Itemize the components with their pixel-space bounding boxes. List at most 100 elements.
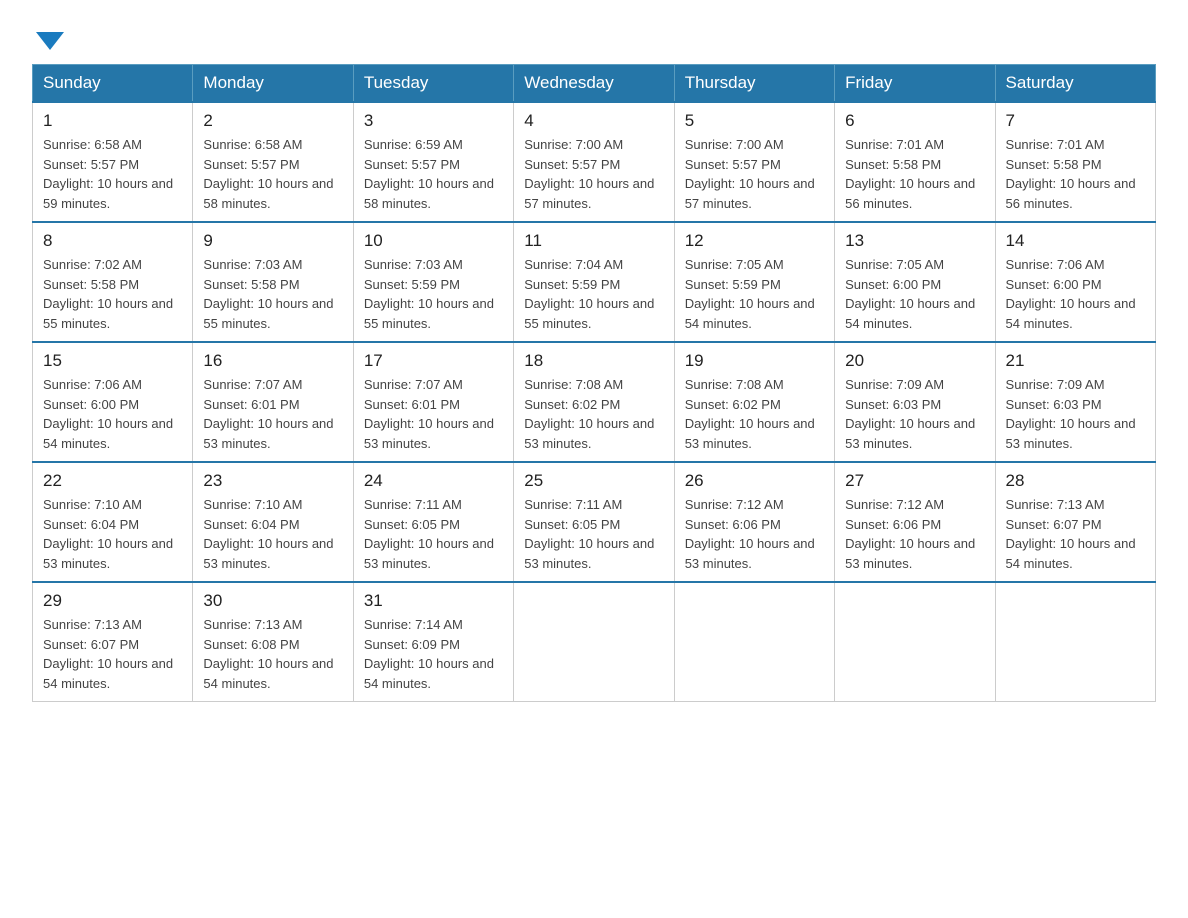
day-info: Sunrise: 7:10 AMSunset: 6:04 PMDaylight:… [43,497,173,571]
day-number: 14 [1006,231,1145,251]
day-number: 26 [685,471,824,491]
calendar-cell: 10 Sunrise: 7:03 AMSunset: 5:59 PMDaylig… [353,222,513,342]
calendar-cell: 12 Sunrise: 7:05 AMSunset: 5:59 PMDaylig… [674,222,834,342]
calendar-cell: 11 Sunrise: 7:04 AMSunset: 5:59 PMDaylig… [514,222,674,342]
day-info: Sunrise: 7:02 AMSunset: 5:58 PMDaylight:… [43,257,173,331]
calendar-cell: 22 Sunrise: 7:10 AMSunset: 6:04 PMDaylig… [33,462,193,582]
week-row-1: 1 Sunrise: 6:58 AMSunset: 5:57 PMDayligh… [33,102,1156,222]
col-header-monday: Monday [193,65,353,103]
calendar-cell: 29 Sunrise: 7:13 AMSunset: 6:07 PMDaylig… [33,582,193,702]
day-info: Sunrise: 7:11 AMSunset: 6:05 PMDaylight:… [524,497,654,571]
day-number: 20 [845,351,984,371]
day-info: Sunrise: 7:01 AMSunset: 5:58 PMDaylight:… [1006,137,1136,211]
day-info: Sunrise: 6:58 AMSunset: 5:57 PMDaylight:… [43,137,173,211]
day-info: Sunrise: 7:06 AMSunset: 6:00 PMDaylight:… [1006,257,1136,331]
calendar-cell: 8 Sunrise: 7:02 AMSunset: 5:58 PMDayligh… [33,222,193,342]
day-info: Sunrise: 7:10 AMSunset: 6:04 PMDaylight:… [203,497,333,571]
col-header-tuesday: Tuesday [353,65,513,103]
day-info: Sunrise: 6:59 AMSunset: 5:57 PMDaylight:… [364,137,494,211]
calendar-cell [995,582,1155,702]
calendar-cell: 2 Sunrise: 6:58 AMSunset: 5:57 PMDayligh… [193,102,353,222]
day-number: 29 [43,591,182,611]
calendar: SundayMondayTuesdayWednesdayThursdayFrid… [32,64,1156,702]
day-number: 2 [203,111,342,131]
day-info: Sunrise: 7:04 AMSunset: 5:59 PMDaylight:… [524,257,654,331]
day-number: 23 [203,471,342,491]
calendar-cell: 14 Sunrise: 7:06 AMSunset: 6:00 PMDaylig… [995,222,1155,342]
day-info: Sunrise: 7:08 AMSunset: 6:02 PMDaylight:… [524,377,654,451]
day-number: 10 [364,231,503,251]
day-number: 17 [364,351,503,371]
day-info: Sunrise: 6:58 AMSunset: 5:57 PMDaylight:… [203,137,333,211]
week-row-3: 15 Sunrise: 7:06 AMSunset: 6:00 PMDaylig… [33,342,1156,462]
day-number: 13 [845,231,984,251]
day-number: 27 [845,471,984,491]
day-number: 4 [524,111,663,131]
day-info: Sunrise: 7:05 AMSunset: 6:00 PMDaylight:… [845,257,975,331]
calendar-cell: 30 Sunrise: 7:13 AMSunset: 6:08 PMDaylig… [193,582,353,702]
day-info: Sunrise: 7:07 AMSunset: 6:01 PMDaylight:… [203,377,333,451]
day-info: Sunrise: 7:13 AMSunset: 6:07 PMDaylight:… [43,617,173,691]
day-info: Sunrise: 7:05 AMSunset: 5:59 PMDaylight:… [685,257,815,331]
calendar-cell: 13 Sunrise: 7:05 AMSunset: 6:00 PMDaylig… [835,222,995,342]
day-info: Sunrise: 7:14 AMSunset: 6:09 PMDaylight:… [364,617,494,691]
day-number: 19 [685,351,824,371]
day-number: 3 [364,111,503,131]
day-info: Sunrise: 7:00 AMSunset: 5:57 PMDaylight:… [524,137,654,211]
day-info: Sunrise: 7:08 AMSunset: 6:02 PMDaylight:… [685,377,815,451]
day-info: Sunrise: 7:03 AMSunset: 5:59 PMDaylight:… [364,257,494,331]
day-info: Sunrise: 7:13 AMSunset: 6:08 PMDaylight:… [203,617,333,691]
calendar-cell: 5 Sunrise: 7:00 AMSunset: 5:57 PMDayligh… [674,102,834,222]
day-info: Sunrise: 7:11 AMSunset: 6:05 PMDaylight:… [364,497,494,571]
day-number: 5 [685,111,824,131]
col-header-wednesday: Wednesday [514,65,674,103]
calendar-cell: 27 Sunrise: 7:12 AMSunset: 6:06 PMDaylig… [835,462,995,582]
calendar-cell: 24 Sunrise: 7:11 AMSunset: 6:05 PMDaylig… [353,462,513,582]
calendar-header-row: SundayMondayTuesdayWednesdayThursdayFrid… [33,65,1156,103]
day-number: 1 [43,111,182,131]
day-number: 31 [364,591,503,611]
calendar-cell [674,582,834,702]
calendar-cell: 15 Sunrise: 7:06 AMSunset: 6:00 PMDaylig… [33,342,193,462]
day-info: Sunrise: 7:12 AMSunset: 6:06 PMDaylight:… [845,497,975,571]
day-number: 22 [43,471,182,491]
header [32,24,1156,52]
day-number: 25 [524,471,663,491]
calendar-cell: 4 Sunrise: 7:00 AMSunset: 5:57 PMDayligh… [514,102,674,222]
day-number: 24 [364,471,503,491]
day-info: Sunrise: 7:09 AMSunset: 6:03 PMDaylight:… [1006,377,1136,451]
col-header-sunday: Sunday [33,65,193,103]
day-info: Sunrise: 7:06 AMSunset: 6:00 PMDaylight:… [43,377,173,451]
logo [32,32,64,52]
day-number: 16 [203,351,342,371]
day-number: 9 [203,231,342,251]
calendar-cell: 28 Sunrise: 7:13 AMSunset: 6:07 PMDaylig… [995,462,1155,582]
week-row-2: 8 Sunrise: 7:02 AMSunset: 5:58 PMDayligh… [33,222,1156,342]
week-row-5: 29 Sunrise: 7:13 AMSunset: 6:07 PMDaylig… [33,582,1156,702]
col-header-friday: Friday [835,65,995,103]
calendar-cell: 23 Sunrise: 7:10 AMSunset: 6:04 PMDaylig… [193,462,353,582]
calendar-cell: 1 Sunrise: 6:58 AMSunset: 5:57 PMDayligh… [33,102,193,222]
calendar-cell: 6 Sunrise: 7:01 AMSunset: 5:58 PMDayligh… [835,102,995,222]
week-row-4: 22 Sunrise: 7:10 AMSunset: 6:04 PMDaylig… [33,462,1156,582]
day-number: 28 [1006,471,1145,491]
day-info: Sunrise: 7:03 AMSunset: 5:58 PMDaylight:… [203,257,333,331]
day-number: 6 [845,111,984,131]
day-number: 15 [43,351,182,371]
calendar-cell: 19 Sunrise: 7:08 AMSunset: 6:02 PMDaylig… [674,342,834,462]
calendar-cell: 16 Sunrise: 7:07 AMSunset: 6:01 PMDaylig… [193,342,353,462]
calendar-cell [835,582,995,702]
day-info: Sunrise: 7:00 AMSunset: 5:57 PMDaylight:… [685,137,815,211]
day-number: 21 [1006,351,1145,371]
calendar-cell: 17 Sunrise: 7:07 AMSunset: 6:01 PMDaylig… [353,342,513,462]
day-info: Sunrise: 7:12 AMSunset: 6:06 PMDaylight:… [685,497,815,571]
day-number: 7 [1006,111,1145,131]
day-number: 18 [524,351,663,371]
col-header-saturday: Saturday [995,65,1155,103]
day-info: Sunrise: 7:09 AMSunset: 6:03 PMDaylight:… [845,377,975,451]
calendar-cell: 3 Sunrise: 6:59 AMSunset: 5:57 PMDayligh… [353,102,513,222]
day-number: 8 [43,231,182,251]
calendar-cell: 26 Sunrise: 7:12 AMSunset: 6:06 PMDaylig… [674,462,834,582]
calendar-cell: 7 Sunrise: 7:01 AMSunset: 5:58 PMDayligh… [995,102,1155,222]
day-info: Sunrise: 7:07 AMSunset: 6:01 PMDaylight:… [364,377,494,451]
